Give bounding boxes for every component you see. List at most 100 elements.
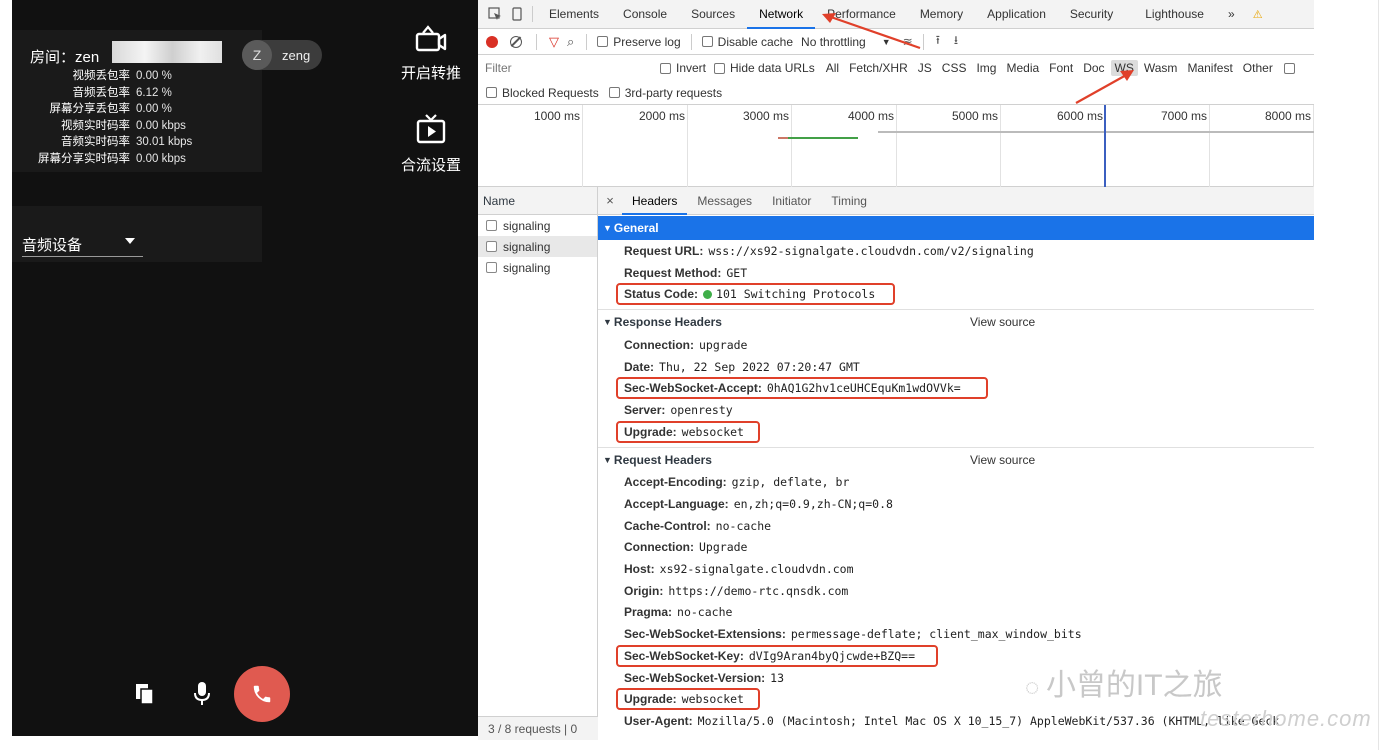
- section-title: Request Headers: [613, 452, 712, 467]
- push-stream-button[interactable]: 开启转推: [396, 24, 466, 83]
- network-timeline[interactable]: 1000 ms 2000 ms 3000 ms 4000 ms 5000 ms …: [478, 105, 1314, 187]
- tab-memory[interactable]: Memory: [908, 0, 975, 29]
- inspect-icon[interactable]: [484, 3, 506, 25]
- type-all[interactable]: All: [822, 60, 843, 76]
- header-value: xs92-signalgate.cloudvdn.com: [659, 562, 854, 577]
- type-doc[interactable]: Doc: [1079, 60, 1108, 76]
- blocked-requests-checkbox[interactable]: Blocked Requests: [486, 86, 599, 100]
- request-headers-section-header[interactable]: ▼ Request Headers View source: [598, 448, 1314, 472]
- header-value: Thu, 22 Sep 2022 07:20:47 GMT: [659, 359, 860, 374]
- tab-headers[interactable]: Headers: [622, 187, 688, 215]
- wifi-icon[interactable]: ≋: [903, 35, 913, 49]
- clear-icon[interactable]: [510, 35, 522, 48]
- disable-cache-checkbox[interactable]: Disable cache: [701, 34, 794, 49]
- header-row: Connection: upgrade: [598, 334, 1314, 356]
- user-chip[interactable]: Z zeng: [242, 40, 322, 70]
- tab-sources[interactable]: Sources: [679, 0, 747, 29]
- tab-initiator[interactable]: Initiator: [762, 187, 821, 215]
- record-icon[interactable]: [486, 35, 498, 48]
- tab-messages[interactable]: Messages: [687, 187, 762, 215]
- hangup-button[interactable]: [234, 666, 290, 722]
- has-blocked-cookies-checkbox[interactable]: [1283, 62, 1300, 74]
- gridline: [1313, 105, 1314, 187]
- header-key: Request URL:: [624, 243, 704, 258]
- merge-settings-button[interactable]: 合流设置: [396, 114, 466, 175]
- third-party-label: 3rd-party requests: [624, 85, 723, 100]
- filter-input[interactable]: [478, 58, 648, 78]
- page-scrollbar[interactable]: [1378, 0, 1396, 750]
- type-img[interactable]: Img: [972, 60, 1000, 76]
- audio-device-select[interactable]: 音频设备: [22, 232, 143, 257]
- type-wasm[interactable]: Wasm: [1140, 60, 1182, 76]
- request-row[interactable]: signaling: [478, 236, 597, 257]
- tab-performance[interactable]: Performance: [815, 0, 908, 29]
- throttling-select[interactable]: No throttling ▼: [801, 35, 891, 49]
- timeline-tick: 5000 ms: [951, 109, 998, 123]
- gridline: [1209, 105, 1210, 187]
- preserve-log-checkbox[interactable]: Preserve log: [597, 35, 681, 49]
- avatar: Z: [242, 40, 272, 70]
- header-value: openresty: [670, 402, 733, 417]
- header-row: Request Method: GET: [598, 262, 1314, 284]
- header-value: gzip, deflate, br: [731, 475, 850, 490]
- filter-icon[interactable]: ▽: [549, 34, 559, 50]
- type-font[interactable]: Font: [1045, 60, 1077, 76]
- general-section-header[interactable]: ▼ General: [598, 216, 1314, 240]
- disable-cache-label: Disable cache: [717, 34, 794, 49]
- header-key: Accept-Encoding:: [624, 475, 727, 490]
- export-icon[interactable]: ⭳: [954, 31, 958, 52]
- tab-application[interactable]: Application: [975, 0, 1058, 29]
- hide-data-urls-label: Hide data URLs: [730, 61, 815, 75]
- push-stream-label: 开启转推: [400, 65, 461, 82]
- stat-row: 视频丢包率 0.00 %: [12, 68, 262, 85]
- tab-security[interactable]: Security: [1058, 0, 1125, 29]
- third-party-checkbox[interactable]: 3rd-party requests: [608, 85, 723, 100]
- type-manifest[interactable]: Manifest: [1183, 60, 1236, 76]
- view-source-link[interactable]: View source: [970, 315, 1035, 329]
- type-fetch-xhr[interactable]: Fetch/XHR: [845, 60, 912, 76]
- copy-icon[interactable]: [134, 682, 156, 706]
- stat-row: 屏幕分享丢包率 0.00 %: [12, 101, 262, 118]
- tab-console[interactable]: Console: [611, 0, 679, 29]
- watermark: ◌ 小曾的IT之旅: [1025, 660, 1223, 704]
- filter-row: Invert Hide data URLs All Fetch/XHR JS C…: [478, 55, 1314, 81]
- type-media[interactable]: Media: [1002, 60, 1043, 76]
- warning-icon[interactable]: ⚠: [1247, 3, 1269, 25]
- tab-timing[interactable]: Timing: [821, 187, 877, 215]
- device-toolbar-icon[interactable]: [506, 3, 528, 25]
- separator: [690, 33, 692, 50]
- type-other[interactable]: Other: [1239, 60, 1277, 76]
- request-row[interactable]: signaling: [478, 215, 597, 236]
- view-source-link[interactable]: View source: [970, 453, 1035, 467]
- highlight-box: [616, 645, 938, 667]
- mic-icon[interactable]: [192, 681, 212, 707]
- invert-checkbox[interactable]: Invert: [660, 61, 706, 75]
- header-key: Sec-WebSocket-Version:: [624, 670, 766, 685]
- section-title: General: [613, 221, 659, 235]
- merge-settings-label: 合流设置: [400, 157, 461, 174]
- import-icon[interactable]: ⭱: [936, 31, 940, 52]
- hide-data-urls-checkbox[interactable]: Hide data URLs: [714, 61, 815, 75]
- tab-lighthouse[interactable]: Lighthouse: [1125, 0, 1216, 29]
- stat-label: 音频实时码率: [61, 136, 130, 148]
- search-icon[interactable]: ⌕: [567, 34, 574, 50]
- request-row[interactable]: signaling: [478, 257, 597, 278]
- header-row: Request URL: wss://xs92-signalgate.cloudv…: [598, 240, 1314, 262]
- header-key: Sec-WebSocket-Extensions:: [624, 627, 786, 642]
- phone-icon: [253, 685, 271, 703]
- user-name: zeng: [282, 47, 311, 63]
- blocked-requests-label: Blocked Requests: [502, 85, 599, 100]
- tab-network[interactable]: Network: [747, 0, 816, 29]
- gridline: [1000, 105, 1001, 187]
- type-css[interactable]: CSS: [938, 60, 971, 76]
- header-row: Date: Thu, 22 Sep 2022 07:20:47 GMT: [598, 356, 1314, 378]
- tab-elements[interactable]: Elements: [537, 0, 611, 29]
- close-icon[interactable]: ×: [598, 193, 622, 208]
- type-js[interactable]: JS: [914, 60, 936, 76]
- name-column-header[interactable]: Name: [478, 187, 597, 215]
- gridline: [896, 105, 897, 187]
- more-tabs-button[interactable]: »: [1216, 0, 1247, 29]
- header-row: Sec-WebSocket-Accept: 0hAQ1G2hv1ceUHCEquK…: [598, 377, 1314, 400]
- response-headers-section-header[interactable]: ▼ Response Headers View source: [598, 310, 1314, 334]
- type-ws[interactable]: WS: [1110, 60, 1138, 76]
